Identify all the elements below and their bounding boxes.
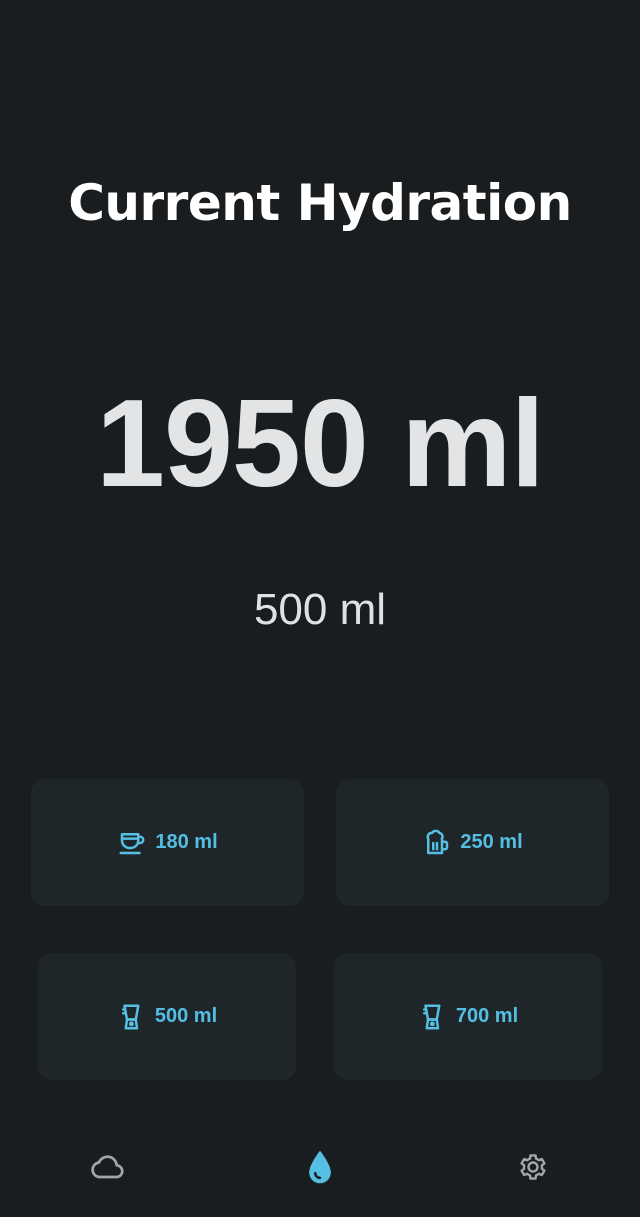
card-label: 180 ml bbox=[155, 831, 218, 853]
bottom-nav bbox=[0, 1128, 640, 1206]
water-drop-icon bbox=[303, 1148, 337, 1186]
page-title: Current Hydration bbox=[68, 174, 572, 232]
add-700ml-button[interactable]: 700 ml bbox=[334, 953, 602, 1080]
add-500ml-button[interactable]: 500 ml bbox=[38, 953, 296, 1080]
hydration-total: 1950 ml bbox=[95, 375, 545, 513]
nav-hydration[interactable] bbox=[281, 1128, 359, 1206]
card-label: 250 ml bbox=[460, 831, 523, 853]
add-250ml-button[interactable]: 250 ml bbox=[336, 779, 609, 906]
blender-icon bbox=[418, 1002, 448, 1032]
nav-settings[interactable] bbox=[494, 1128, 572, 1206]
selected-amount: 500 ml bbox=[253, 585, 387, 634]
add-180ml-button[interactable]: 180 ml bbox=[31, 779, 304, 906]
beer-mug-icon bbox=[422, 828, 452, 858]
card-label: 700 ml bbox=[455, 1005, 519, 1027]
nav-weather[interactable] bbox=[68, 1128, 146, 1206]
cloud-icon bbox=[87, 1147, 127, 1187]
coffee-cup-icon bbox=[117, 828, 147, 858]
blender-icon bbox=[117, 1002, 147, 1032]
card-label: 500 ml bbox=[154, 1005, 218, 1027]
gear-icon bbox=[515, 1149, 551, 1185]
